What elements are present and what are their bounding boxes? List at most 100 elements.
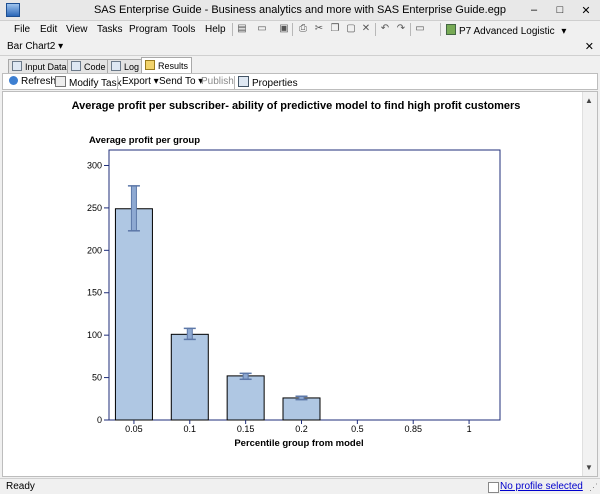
bar bbox=[282, 397, 321, 421]
x-tick-label: 0.2 bbox=[295, 424, 308, 434]
x-tick-label: 0.1 bbox=[184, 424, 197, 434]
results-viewer: Average profit per subscriber- ability o… bbox=[2, 91, 598, 477]
error-bar bbox=[242, 372, 249, 380]
menu-bar: File Edit View Tasks Program Tools Help … bbox=[0, 21, 600, 39]
results-icon bbox=[145, 60, 155, 70]
menu-edit[interactable]: Edit bbox=[40, 24, 57, 35]
document-title-label: Bar Chart2 bbox=[7, 41, 56, 52]
plot-frame bbox=[108, 149, 501, 421]
toolbar-separator bbox=[232, 23, 233, 36]
menu-program[interactable]: Program bbox=[129, 24, 167, 35]
menu-tasks[interactable]: Tasks bbox=[97, 24, 123, 35]
x-tick-label: 0.85 bbox=[404, 424, 422, 434]
toolbar-separator bbox=[375, 23, 376, 36]
table-icon bbox=[12, 61, 22, 71]
code-icon bbox=[71, 61, 81, 71]
copy-icon[interactable]: ❐ bbox=[329, 23, 341, 35]
bar bbox=[226, 375, 265, 421]
properties-label: Properties bbox=[252, 78, 298, 89]
tab-log[interactable]: Log bbox=[107, 59, 144, 73]
status-bar: Ready No profile selected ⋰ bbox=[0, 478, 600, 494]
x-tick-label: 1 bbox=[467, 424, 472, 434]
project-selector[interactable]: P7 Advanced Logistic ▾ bbox=[446, 24, 566, 37]
maximize-button[interactable]: □ bbox=[553, 4, 567, 16]
tab-input-data[interactable]: Input Data bbox=[8, 59, 71, 73]
y-tick-label: 100 bbox=[87, 330, 102, 340]
y-axis: 0 50 100 150 200 250 300 bbox=[87, 160, 109, 425]
bar bbox=[114, 208, 153, 421]
y-tick-label: 150 bbox=[87, 288, 102, 298]
redo-icon[interactable]: ↷ bbox=[395, 23, 407, 35]
refresh-icon bbox=[9, 76, 18, 85]
scroll-up-icon[interactable]: ▲ bbox=[585, 96, 593, 105]
toolbar-separator bbox=[292, 23, 293, 36]
y-tick-label: 250 bbox=[87, 203, 102, 213]
new-icon[interactable]: ▤ bbox=[236, 23, 248, 35]
cut-icon[interactable]: ✂ bbox=[313, 23, 325, 35]
y-tick-label: 0 bbox=[97, 415, 102, 425]
profile-link[interactable]: No profile selected bbox=[500, 481, 583, 492]
export-button[interactable]: Export ▾ bbox=[122, 76, 159, 87]
x-axis-label: Percentile group from model bbox=[234, 438, 363, 449]
tab-row: Input Data Code Log Results bbox=[0, 57, 600, 73]
toolbar-separator bbox=[440, 23, 441, 36]
status-text: Ready bbox=[6, 481, 35, 492]
modify-task-label: Modify Task bbox=[69, 78, 122, 89]
x-tick-label: 0.15 bbox=[237, 424, 255, 434]
error-bar bbox=[186, 327, 193, 340]
document-title[interactable]: Bar Chart2 ▾ bbox=[7, 41, 63, 52]
project-label: P7 Advanced Logistic bbox=[459, 26, 555, 37]
close-button[interactable]: ✕ bbox=[579, 4, 593, 17]
tab-code[interactable]: Code bbox=[67, 59, 110, 73]
menu-file[interactable]: File bbox=[14, 24, 30, 35]
export-label: Export bbox=[122, 76, 151, 87]
y-tick-label: 200 bbox=[87, 245, 102, 255]
send-to-label: Send To bbox=[159, 76, 196, 87]
chevron-down-icon: ▾ bbox=[561, 26, 567, 37]
menu-view[interactable]: View bbox=[66, 24, 88, 35]
publish-button: Publish bbox=[201, 76, 234, 87]
vertical-scrollbar[interactable]: ▲ ▼ bbox=[582, 92, 597, 476]
toolbar-separator bbox=[117, 76, 118, 89]
menu-tools[interactable]: Tools bbox=[172, 24, 195, 35]
chart-title: Average profit per subscriber- ability o… bbox=[72, 100, 521, 112]
document-close-button[interactable]: ✕ bbox=[585, 40, 594, 53]
bar-chart: Average profit per subscriber- ability o… bbox=[72, 100, 521, 449]
refresh-button[interactable]: Refresh bbox=[9, 76, 56, 87]
tab-label: Log bbox=[124, 62, 140, 72]
scroll-down-icon[interactable]: ▼ bbox=[585, 463, 593, 472]
title-bar: SAS Enterprise Guide - Business analytic… bbox=[0, 0, 600, 21]
properties-icon bbox=[238, 76, 249, 87]
window-icon[interactable]: ▭ bbox=[414, 23, 426, 35]
save-icon[interactable]: ▣ bbox=[278, 23, 290, 35]
refresh-label: Refresh bbox=[21, 76, 57, 87]
print-icon[interactable]: ⎙ bbox=[297, 23, 309, 35]
tab-label: Input Data bbox=[25, 62, 67, 72]
y-axis-label: Average profit per group bbox=[89, 135, 200, 146]
x-tick-label: 0.05 bbox=[125, 424, 143, 434]
results-toolbar: Refresh Modify Task Export ▾ Send To ▾ P… bbox=[2, 73, 598, 90]
paste-icon[interactable]: ▢ bbox=[345, 23, 357, 35]
tab-label: Results bbox=[158, 61, 189, 71]
undo-icon[interactable]: ↶ bbox=[379, 23, 391, 35]
minimize-button[interactable]: – bbox=[527, 4, 541, 16]
project-icon bbox=[446, 24, 456, 35]
toolbar-separator bbox=[234, 76, 235, 89]
menu-help[interactable]: Help bbox=[205, 24, 226, 35]
delete-icon[interactable]: ✕ bbox=[360, 23, 372, 35]
publish-label: Publish bbox=[201, 76, 234, 87]
modify-task-icon bbox=[55, 76, 66, 87]
error-bar bbox=[130, 185, 137, 232]
modify-task-button[interactable]: Modify Task bbox=[55, 76, 122, 89]
tab-results[interactable]: Results bbox=[141, 57, 193, 73]
properties-button[interactable]: Properties bbox=[238, 76, 298, 89]
send-to-button[interactable]: Send To ▾ bbox=[159, 76, 203, 87]
resize-grip-icon[interactable]: ⋰ bbox=[589, 482, 598, 493]
document-bar: Bar Chart2 ▾ ✕ bbox=[0, 39, 600, 56]
bar bbox=[170, 333, 209, 421]
open-icon[interactable]: ▭ bbox=[256, 23, 268, 35]
tab-label: Code bbox=[84, 62, 106, 72]
window-title: SAS Enterprise Guide - Business analytic… bbox=[93, 4, 507, 16]
x-tick-label: 0.5 bbox=[351, 424, 364, 434]
toolbar-separator bbox=[410, 23, 411, 36]
